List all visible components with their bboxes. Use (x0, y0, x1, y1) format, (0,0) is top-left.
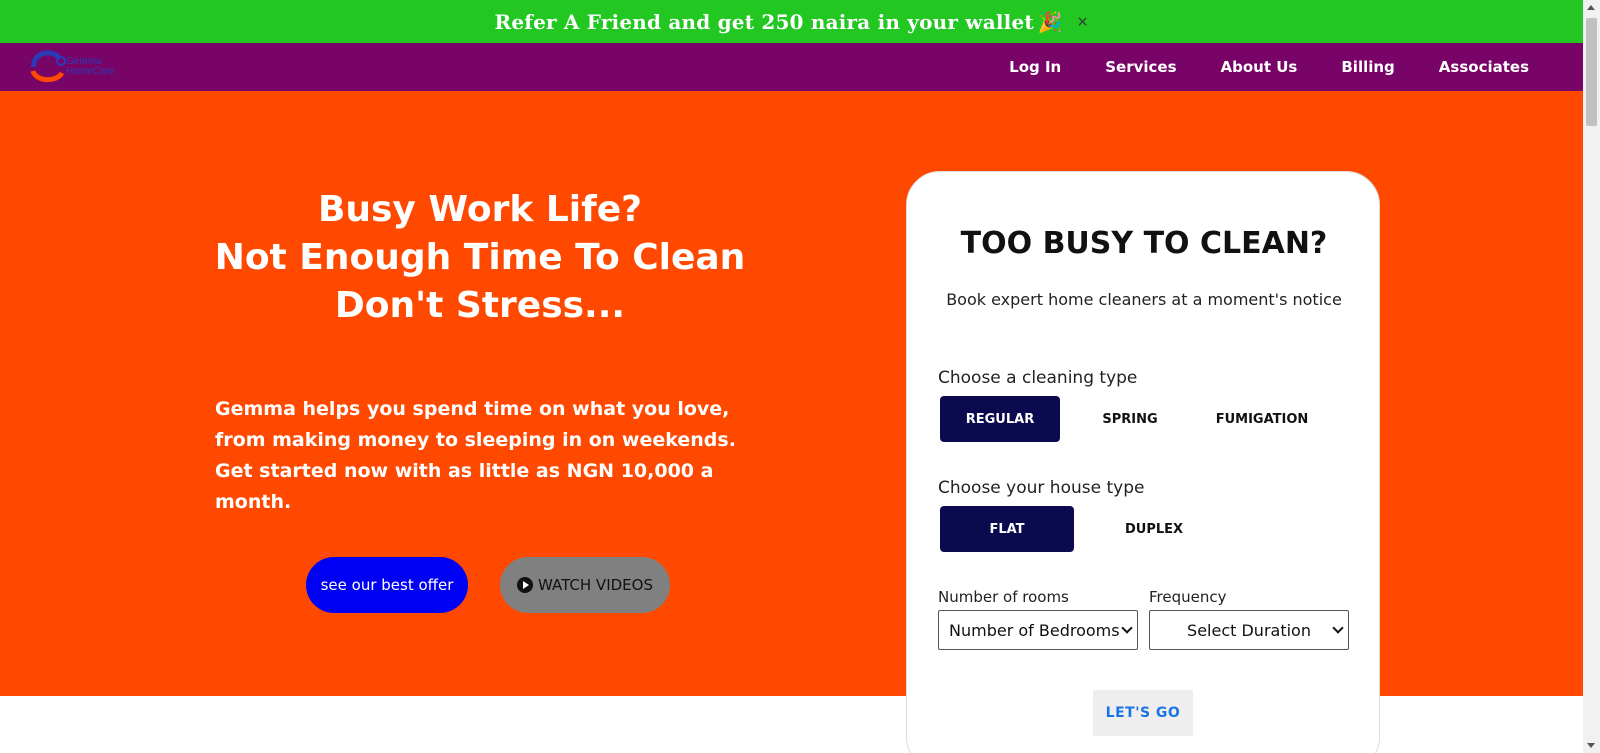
frequency-label: Frequency (1149, 588, 1227, 606)
booking-card: TOO BUSY TO CLEAN? Book expert home clea… (906, 171, 1380, 753)
cleaning-type-fumigation[interactable]: FUMIGATION (1197, 396, 1327, 442)
play-icon (517, 577, 534, 593)
lets-go-button[interactable]: LET'S GO (1093, 690, 1193, 736)
frequency-select-value: Select Duration (1187, 620, 1311, 640)
house-type-label: Choose your house type (938, 478, 1145, 498)
page-scrollbar[interactable] (1583, 0, 1600, 753)
logo-text: Gemma HomeCare (66, 57, 114, 77)
logo-text-line-2: HomeCare (66, 66, 115, 77)
rooms-label: Number of rooms (938, 588, 1069, 606)
scrollbar-thumb[interactable] (1586, 18, 1597, 126)
rooms-select-value: Number of Bedrooms (949, 620, 1120, 640)
frequency-select[interactable]: Select Duration (1149, 610, 1349, 650)
hero-title-line-3: Don't Stress... (334, 285, 626, 326)
close-icon[interactable]: × (1077, 14, 1089, 30)
hero-title-line-1: Busy Work Life? (317, 189, 643, 230)
navbar: Gemma HomeCare Log In Services About Us … (0, 43, 1583, 91)
chevron-down-icon (1121, 622, 1133, 634)
promo-text: Refer A Friend and get 250 naira in your… (494, 9, 1034, 34)
watch-videos-label: WATCH VIDEOS (538, 576, 653, 594)
nav-link-billing[interactable]: Billing (1341, 58, 1394, 76)
house-type-duplex[interactable]: DUPLEX (1087, 506, 1221, 552)
cleaning-type-regular[interactable]: REGULAR (940, 396, 1060, 442)
scroll-up-icon[interactable] (1587, 5, 1595, 10)
cleaning-type-spring[interactable]: SPRING (1069, 396, 1191, 442)
logo-mark-icon (30, 50, 66, 83)
cleaning-type-label: Choose a cleaning type (938, 368, 1138, 388)
promo-banner: Refer A Friend and get 250 naira in your… (0, 0, 1583, 43)
hero-title-line-2: Not Enough Time To Clean (214, 237, 746, 278)
best-offer-button[interactable]: see our best offer (306, 557, 468, 613)
nav-link-login[interactable]: Log In (1009, 58, 1061, 76)
watch-videos-button[interactable]: WATCH VIDEOS (500, 557, 670, 613)
rooms-select[interactable]: Number of Bedrooms (938, 610, 1138, 650)
house-type-flat[interactable]: FLAT (940, 506, 1074, 552)
nav-links: Log In Services About Us Billing Associa… (965, 43, 1529, 91)
nav-link-services[interactable]: Services (1105, 58, 1176, 76)
booking-subtitle: Book expert home cleaners at a moment's … (946, 290, 1342, 309)
party-popper-icon: 🎉 (1037, 9, 1063, 34)
hero-description: Gemma helps you spend time on what you l… (215, 398, 736, 513)
nav-link-about-us[interactable]: About Us (1221, 58, 1298, 76)
chevron-down-icon (1332, 622, 1344, 634)
scroll-down-icon[interactable] (1587, 743, 1595, 748)
nav-link-associates[interactable]: Associates (1439, 58, 1529, 76)
logo[interactable]: Gemma HomeCare (30, 49, 140, 87)
hero-title: Busy Work Life? Not Enough Time To Clean… (180, 186, 780, 330)
booking-title: TOO BUSY TO CLEAN? (960, 226, 1328, 261)
